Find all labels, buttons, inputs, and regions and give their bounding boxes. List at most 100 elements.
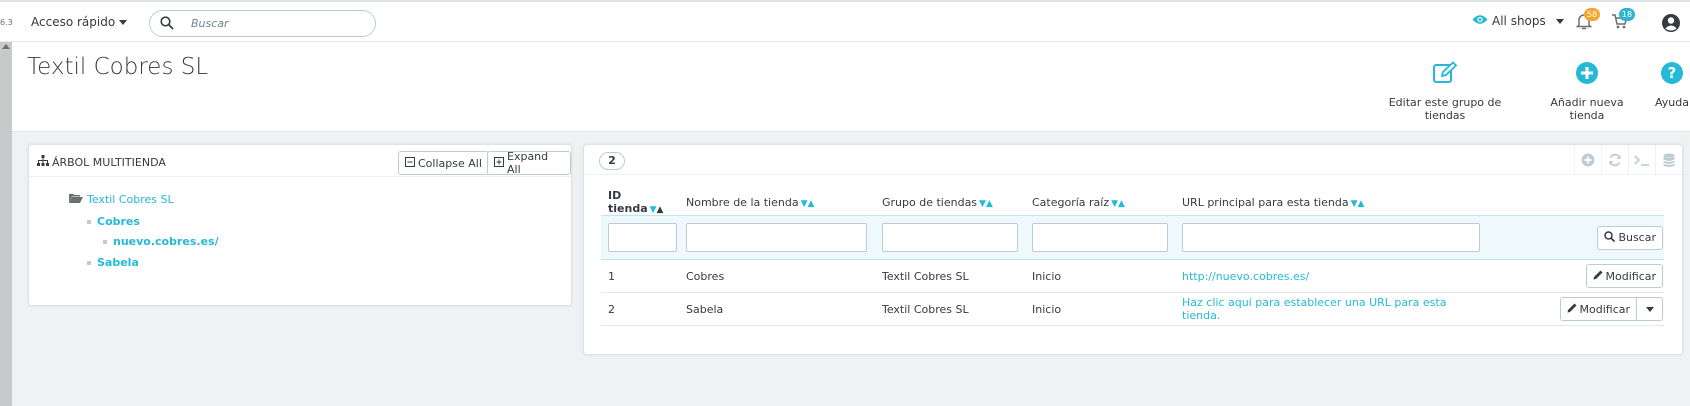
sort-arrows-icon[interactable]: ▼▲ xyxy=(1351,199,1365,209)
expand-all-button[interactable]: Expand All xyxy=(487,150,571,176)
filter-group-input[interactable] xyxy=(882,223,1018,252)
refresh-icon[interactable] xyxy=(1601,145,1628,175)
filter-row: Buscar xyxy=(601,215,1664,260)
cell-url-link[interactable]: http://nuevo.cobres.es/ xyxy=(1175,259,1480,293)
caret-down-icon xyxy=(119,20,128,25)
filter-cell xyxy=(875,215,1025,260)
cart-icon xyxy=(1611,14,1628,33)
list-count-badge: 2 xyxy=(599,152,625,170)
expand-all-label: Expand All xyxy=(507,150,549,176)
folder-open-icon xyxy=(69,193,83,206)
more-actions-dropdown[interactable] xyxy=(1637,297,1663,321)
help-icon: ? xyxy=(1654,60,1690,86)
quick-access-label: Acceso rápido xyxy=(31,15,116,29)
tree-node-label: Sabela xyxy=(97,256,139,269)
edit-shop-group-button[interactable]: Editar este grupo de tiendas xyxy=(1373,60,1517,122)
table-row[interactable]: 1 Cobres Textil Cobres SL Inicio http://… xyxy=(601,259,1664,293)
column-header-label: URL principal para esta tienda xyxy=(1182,195,1349,209)
pencil-icon xyxy=(1567,303,1577,316)
bullet-icon xyxy=(87,219,91,224)
filter-category-input[interactable] xyxy=(1032,223,1168,252)
cell-url-link[interactable]: Haz clic aquí para establecer una URL pa… xyxy=(1175,292,1480,326)
notifications-customers-button[interactable]: 18 xyxy=(1611,8,1635,33)
page-title: Textil Cobres SL xyxy=(27,54,209,80)
filter-name-input[interactable] xyxy=(686,223,867,252)
tree-node-label: nuevo.cobres.es/ xyxy=(113,235,219,248)
bullet-icon xyxy=(103,239,107,244)
notifications-orders-button[interactable]: 58 xyxy=(1575,8,1600,33)
cell-name: Cobres xyxy=(679,259,875,293)
collapse-all-label: Collapse All xyxy=(418,156,482,170)
search-button-label: Buscar xyxy=(1618,231,1656,244)
multistore-tree-panel: ÁRBOL MULTITIENDA Collapse All Expand Al… xyxy=(28,144,572,306)
notification-badge: 18 xyxy=(1619,8,1635,21)
scroll-up-arrow-icon[interactable] xyxy=(2,44,10,49)
sort-arrows-icon[interactable]: ▼▲ xyxy=(650,205,664,215)
sql-terminal-icon[interactable] xyxy=(1628,145,1655,175)
column-header-id[interactable]: ID tienda ▼▲ xyxy=(601,189,679,216)
tree-root-shop-group[interactable]: Textil Cobres SL xyxy=(69,193,174,206)
edit-shop-group-label: Editar este grupo de tiendas xyxy=(1388,96,1502,122)
user-account-icon[interactable] xyxy=(1661,13,1681,36)
column-header-label: Nombre de la tienda xyxy=(686,195,799,209)
sort-arrows-icon[interactable]: ▼▲ xyxy=(1111,199,1125,209)
tree-node-label: Cobres xyxy=(97,215,140,228)
collapse-all-button[interactable]: Collapse All xyxy=(398,151,489,175)
search-button[interactable]: Buscar xyxy=(1597,225,1663,250)
edit-shop-button-group: Modificar xyxy=(1559,297,1663,321)
collapse-square-icon xyxy=(405,156,415,170)
column-header-url[interactable]: URL principal para esta tienda ▼▲ xyxy=(1175,189,1480,216)
version-label: 6.3 xyxy=(0,18,13,27)
help-button[interactable]: ? Ayuda xyxy=(1654,60,1690,109)
table-header-row: ID tienda ▼▲ Nombre de la tienda ▼▲ Grupo … xyxy=(601,189,1664,216)
edit-shop-label: Modificar xyxy=(1605,269,1657,283)
column-header-name[interactable]: Nombre de la tienda ▼▲ xyxy=(679,189,875,216)
filter-cell xyxy=(1175,215,1480,260)
edit-shop-button[interactable]: Modificar xyxy=(1559,297,1637,321)
filter-cell xyxy=(679,215,875,260)
bullet-icon xyxy=(87,260,91,265)
list-toolbar xyxy=(1574,145,1682,175)
filter-id-input[interactable] xyxy=(608,223,677,252)
shop-list-panel: 2 ID tienda ▼▲ Nombre de la tienda ▼▲ Grup… xyxy=(583,144,1683,355)
edit-shop-label: Modificar xyxy=(1579,302,1631,316)
sort-arrows-icon[interactable]: ▼▲ xyxy=(801,199,815,209)
table-row[interactable]: 2 Sabela Textil Cobres SL Inicio Haz cli… xyxy=(601,292,1664,326)
edit-shop-button[interactable]: Modificar xyxy=(1585,264,1663,288)
cell-name: Sabela xyxy=(679,292,875,326)
tree-title-text: ÁRBOL MULTITIENDA xyxy=(52,155,166,169)
tree-node-url[interactable]: nuevo.cobres.es/ xyxy=(103,235,219,248)
cell-group: Textil Cobres SL xyxy=(875,292,1025,326)
add-new-shop-label: Añadir nueva tienda xyxy=(1550,96,1624,122)
add-new-shop-button[interactable]: Añadir nueva tienda xyxy=(1533,60,1641,122)
column-header-category[interactable]: Categoría raíz ▼▲ xyxy=(1025,189,1175,216)
eye-icon xyxy=(1472,14,1488,28)
cell-id: 1 xyxy=(601,259,679,293)
shop-table: ID tienda ▼▲ Nombre de la tienda ▼▲ Grupo … xyxy=(601,189,1664,326)
cell-id: 2 xyxy=(601,292,679,326)
sitemap-icon xyxy=(37,155,49,169)
help-label: Ayuda xyxy=(1655,96,1689,109)
bell-icon xyxy=(1575,14,1593,33)
left-scrollbar[interactable] xyxy=(0,0,12,406)
tree-node-shop[interactable]: Sabela xyxy=(87,256,139,269)
filter-url-input[interactable] xyxy=(1182,223,1480,252)
filter-cell xyxy=(1025,215,1175,260)
shop-selector-label: All shops xyxy=(1492,14,1546,28)
sort-arrows-icon[interactable]: ▼▲ xyxy=(979,199,993,209)
quick-access-menu[interactable]: Acceso rápido xyxy=(31,15,128,29)
filter-cell xyxy=(601,215,679,260)
list-panel-header: 2 xyxy=(584,145,1682,175)
column-header-group[interactable]: Grupo de tiendas ▼▲ xyxy=(875,189,1025,216)
tree-node-shop[interactable]: Cobres xyxy=(87,215,140,228)
database-icon[interactable] xyxy=(1655,145,1682,175)
cell-category: Inicio xyxy=(1025,292,1175,326)
search-input[interactable]: Buscar xyxy=(149,10,376,37)
column-header-label: Categoría raíz xyxy=(1032,195,1110,209)
add-circle-icon[interactable] xyxy=(1574,145,1601,175)
top-bar: 6.3 Acceso rápido Buscar All shops 58 18 xyxy=(0,0,1690,42)
cell-group: Textil Cobres SL xyxy=(875,259,1025,293)
search-icon xyxy=(1604,230,1616,245)
page-header: Textil Cobres SL Editar este grupo de ti… xyxy=(12,42,1690,132)
shop-selector[interactable]: All shops xyxy=(1472,14,1564,28)
